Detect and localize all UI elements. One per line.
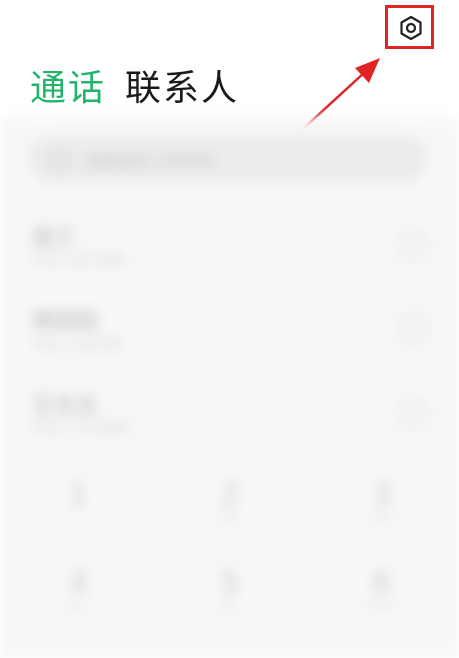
- info-icon[interactable]: i: [398, 314, 428, 344]
- tab-contacts[interactable]: 联系人: [125, 66, 239, 112]
- search-bar[interactable]: 搜索联系人和号码: [28, 136, 428, 182]
- dialpad-key[interactable]: 2 ABC: [210, 478, 250, 524]
- info-icon[interactable]: i: [398, 230, 428, 260]
- dialpad-key[interactable]: 6 MNO: [362, 566, 402, 612]
- blurred-content: 搜索联系人和号码 张三 手机 北京 刚刚 i 李四四 手机 上海 昨天 i 王五…: [0, 118, 459, 658]
- call-log-item[interactable]: 王五五 手机 广州 星期一 i: [0, 374, 459, 450]
- dialpad-key[interactable]: 4 GHI: [58, 566, 98, 612]
- highlight-box: [385, 5, 434, 49]
- call-log-item[interactable]: 张三 手机 北京 刚刚 i: [0, 206, 459, 282]
- info-icon[interactable]: i: [398, 398, 428, 428]
- search-placeholder: 搜索联系人和号码: [86, 152, 215, 171]
- search-icon: [50, 150, 70, 170]
- dialpad-key[interactable]: 5 JKL: [210, 566, 250, 612]
- tab-calls[interactable]: 通话: [30, 66, 106, 112]
- dialpad-key[interactable]: 1: [58, 478, 98, 513]
- call-log-item[interactable]: 李四四 手机 上海 昨天 i: [0, 290, 459, 366]
- dialpad-key[interactable]: 3 DEF: [362, 478, 402, 524]
